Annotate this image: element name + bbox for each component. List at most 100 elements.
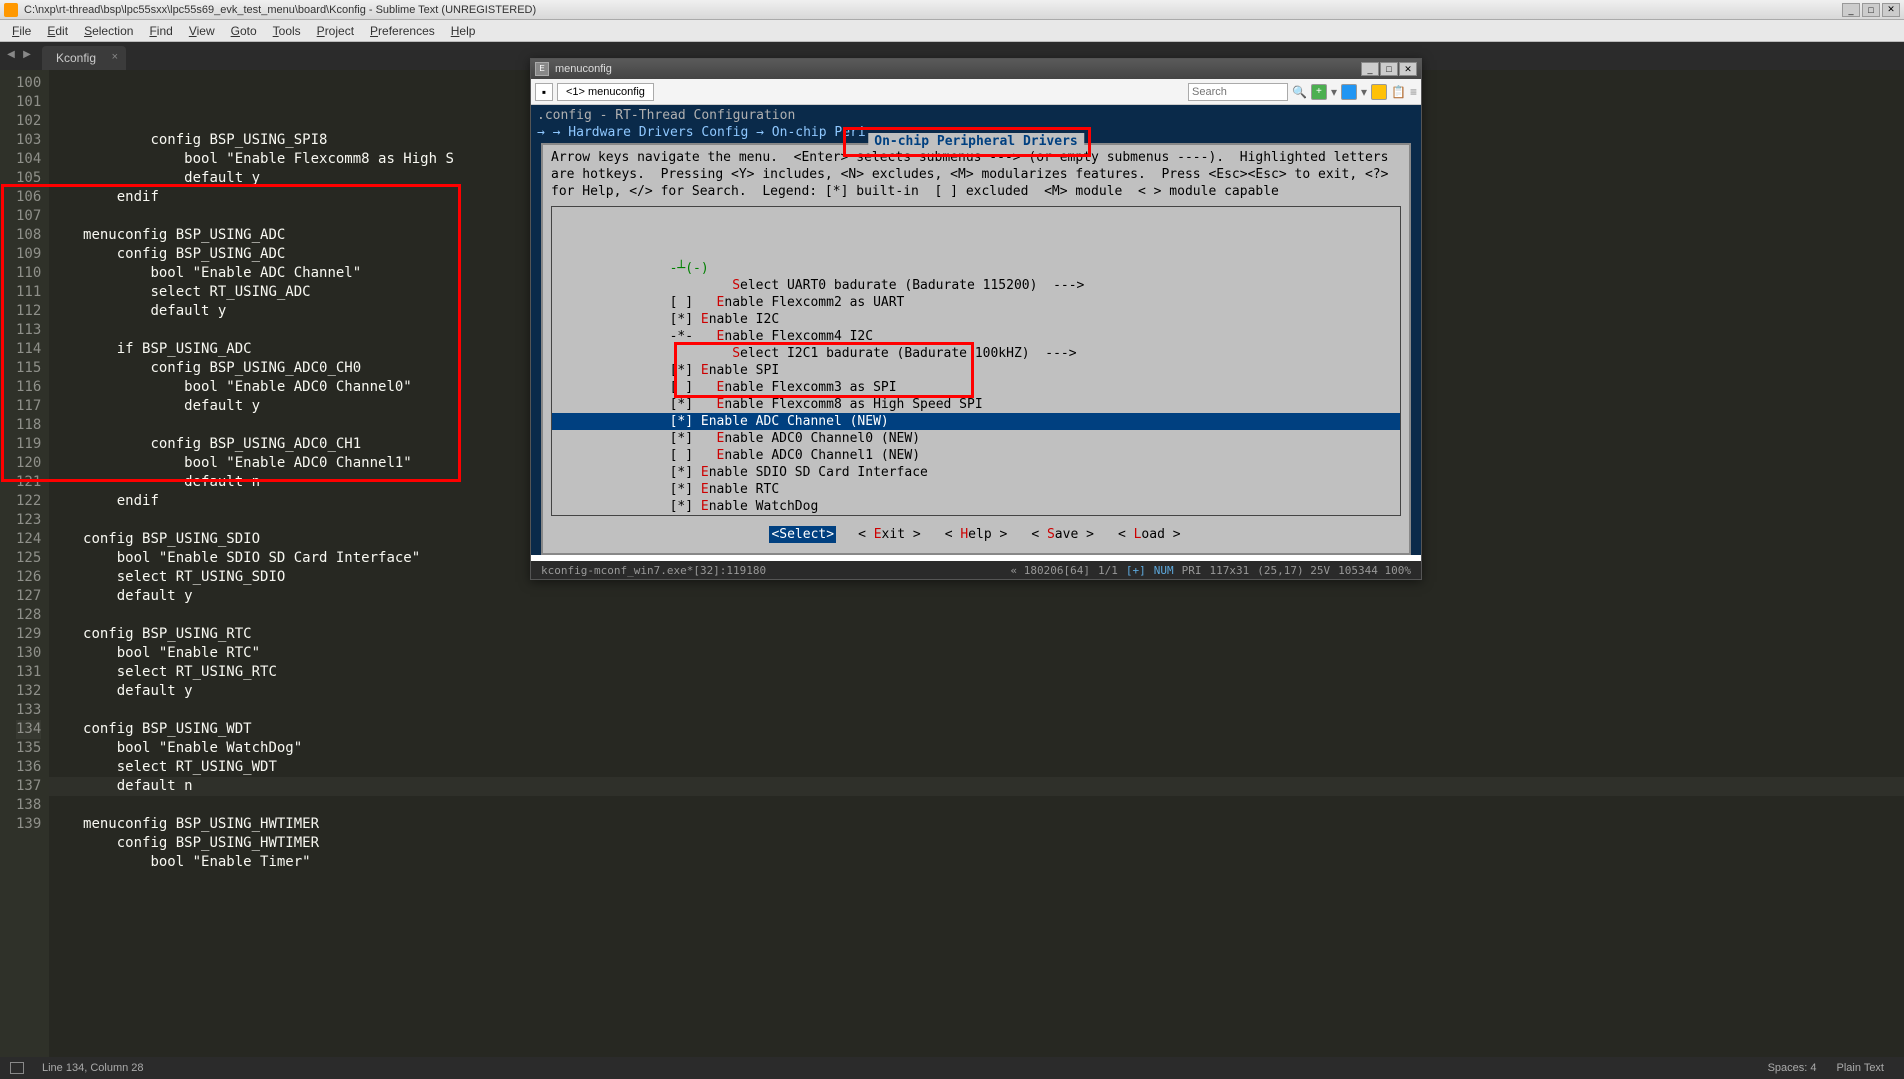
mc-win-icon[interactable] — [1341, 84, 1357, 100]
sublime-window-title: C:\nxp\rt-thread\bsp\lpc55sxx\lpc55s69_e… — [24, 4, 1842, 16]
code-line[interactable]: menuconfig BSP_USING_HWTIMER — [49, 815, 1904, 834]
status-cursor-pos: Line 134, Column 28 — [32, 1062, 154, 1074]
mc-option-item[interactable]: [*] Enable ADC0 Channel0 (NEW) — [552, 430, 1400, 447]
tab-kconfig[interactable]: Kconfig × — [42, 46, 126, 70]
mc-close-button[interactable]: ✕ — [1399, 62, 1417, 76]
mc-config-header: .config - RT-Thread Configuration — [537, 108, 795, 123]
mc-btn-load[interactable]: < Load > — [1116, 526, 1183, 543]
menu-find[interactable]: Find — [141, 22, 180, 40]
menu-edit[interactable]: Edit — [39, 22, 76, 40]
sublime-menu-bar: FileEditSelectionFindViewGotoToolsProjec… — [0, 20, 1904, 42]
mc-option-item[interactable]: [ ] Enable ADC0 Channel1 (NEW) — [552, 447, 1400, 464]
code-line[interactable]: bool "Enable WatchDog" — [49, 739, 1904, 758]
mc-option-item[interactable]: [*] Enable Flexcomm8 as High Speed SPI — [552, 396, 1400, 413]
code-line[interactable]: bool "Enable RTC" — [49, 644, 1904, 663]
mc-tab-label[interactable]: <1> menuconfig — [557, 83, 654, 101]
mc-option-item[interactable]: [*] Enable ADC Channel (NEW) — [552, 413, 1400, 430]
mc-option-item[interactable]: [*] Enable SDIO SD Card Interface — [552, 464, 1400, 481]
mc-status-cur: (25,17) 25V — [1253, 564, 1334, 577]
mc-console-icon[interactable]: ▪ — [535, 83, 553, 101]
mc-button-bar: <Select> < Exit > < Help > < Save > < Load > — [551, 526, 1401, 543]
mc-option-item[interactable]: [ ] Enable Flexcomm2 as UART — [552, 294, 1400, 311]
menuconfig-title-bar[interactable]: E menuconfig _ □ ✕ — [531, 59, 1421, 79]
mc-help-text: Arrow keys navigate the menu. <Enter> se… — [551, 149, 1401, 200]
mc-option-item[interactable]: [ ] Enable Flexcomm3 as SPI — [552, 379, 1400, 396]
mc-btn-help[interactable]: < Help > — [943, 526, 1010, 543]
mc-status-num: NUM — [1150, 564, 1178, 577]
code-line[interactable]: config BSP_USING_RTC — [49, 625, 1904, 644]
mc-option-item[interactable]: [*] Enable WatchDog — [552, 498, 1400, 515]
mc-minimize-button[interactable]: _ — [1361, 62, 1379, 76]
nav-back-icon[interactable]: ◀ — [4, 49, 18, 63]
mc-scroll-up-indicator: -┴(-) — [552, 260, 1400, 277]
mc-search-input[interactable] — [1188, 83, 1288, 101]
code-line[interactable]: default y — [49, 587, 1904, 606]
mc-status-ins: [+] — [1122, 564, 1150, 577]
menu-help[interactable]: Help — [443, 22, 484, 40]
maximize-button[interactable]: □ — [1862, 3, 1880, 17]
mc-maximize-button[interactable]: □ — [1380, 62, 1398, 76]
menuconfig-status-bar: kconfig-mconf_win7.exe*[32]:119180 « 180… — [531, 561, 1421, 579]
mc-option-item[interactable]: Select UART0 badurate (Badurate 115200) … — [552, 277, 1400, 294]
mc-option-item[interactable]: Select I2C1 badurate (Badurate 100kHZ) -… — [552, 345, 1400, 362]
mc-option-item[interactable]: [*] Enable I2C — [552, 311, 1400, 328]
tab-label: Kconfig — [56, 51, 96, 65]
menuconfig-terminal[interactable]: .config - RT-Thread Configuration → → Ha… — [531, 105, 1421, 555]
code-line[interactable]: config BSP_USING_HWTIMER — [49, 834, 1904, 853]
menu-tools[interactable]: Tools — [265, 22, 309, 40]
mc-option-item[interactable]: [*] Enable Timer — [552, 515, 1400, 516]
mc-panel-title: On-chip Peripheral Drivers — [868, 133, 1084, 150]
mc-option-item[interactable]: [*] Enable RTC — [552, 481, 1400, 498]
mc-btn-exit[interactable]: < Exit > — [856, 526, 923, 543]
code-line[interactable] — [49, 701, 1904, 720]
menuconfig-title: menuconfig — [555, 63, 612, 75]
mc-lock-icon[interactable] — [1371, 84, 1387, 100]
sublime-status-bar: Line 134, Column 28 Spaces: 4 Plain Text — [0, 1057, 1904, 1079]
code-line[interactable]: select RT_USING_WDT — [49, 758, 1904, 777]
nav-forward-icon[interactable]: ▶ — [20, 49, 34, 63]
menu-preferences[interactable]: Preferences — [362, 22, 443, 40]
mc-clipboard-icon[interactable]: 📋 — [1391, 85, 1406, 99]
menu-project[interactable]: Project — [309, 22, 362, 40]
menuconfig-window[interactable]: E menuconfig _ □ ✕ ▪ <1> menuconfig 🔍 + … — [530, 58, 1422, 580]
mc-option-item[interactable]: [*] Enable SPI — [552, 362, 1400, 379]
mc-status-pos: 1/1 — [1094, 564, 1122, 577]
mc-status-size: 105344 100% — [1334, 564, 1415, 577]
code-line[interactable] — [49, 796, 1904, 815]
code-line[interactable]: default n — [49, 777, 1904, 796]
search-icon[interactable]: 🔍 — [1292, 85, 1307, 99]
code-line[interactable] — [49, 606, 1904, 625]
menuconfig-app-icon: E — [535, 62, 549, 76]
mc-option-list[interactable]: -┴(-) Select UART0 badurate (Badurate 11… — [551, 206, 1401, 516]
mc-btn-save[interactable]: < Save > — [1029, 526, 1096, 543]
mc-status-proc: kconfig-mconf_win7.exe*[32]:119180 — [537, 564, 770, 577]
status-syntax[interactable]: Plain Text — [1827, 1062, 1895, 1074]
status-indent[interactable]: Spaces: 4 — [1758, 1062, 1827, 1074]
mc-dropdown-icon[interactable]: ▾ — [1331, 85, 1337, 99]
menu-view[interactable]: View — [181, 22, 223, 40]
minimize-button[interactable]: _ — [1842, 3, 1860, 17]
menu-goto[interactable]: Goto — [223, 22, 265, 40]
close-button[interactable]: ✕ — [1882, 3, 1900, 17]
mc-status-pri: PRI — [1178, 564, 1206, 577]
code-line[interactable]: config BSP_USING_WDT — [49, 720, 1904, 739]
mc-status-enc: « 180206[64] — [1007, 564, 1094, 577]
mc-status-dim: 117x31 — [1206, 564, 1254, 577]
menu-file[interactable]: File — [4, 22, 39, 40]
tab-close-icon[interactable]: × — [112, 51, 118, 63]
mc-dropdown2-icon[interactable]: ▾ — [1361, 85, 1367, 99]
code-line[interactable]: select RT_USING_RTC — [49, 663, 1904, 682]
line-gutter: 1001011021031041051061071081091101111121… — [0, 70, 49, 1061]
mc-add-icon[interactable]: + — [1311, 84, 1327, 100]
sublime-app-icon — [4, 3, 18, 17]
mc-panel: On-chip Peripheral Drivers Arrow keys na… — [541, 143, 1411, 555]
status-panel-icon[interactable] — [10, 1062, 24, 1074]
menuconfig-toolbar: ▪ <1> menuconfig 🔍 + ▾ ▾ 📋 ≡ — [531, 79, 1421, 105]
code-line[interactable]: default y — [49, 682, 1904, 701]
mc-btn-select[interactable]: <Select> — [769, 526, 836, 543]
menu-selection[interactable]: Selection — [76, 22, 141, 40]
mc-breadcrumb: → → Hardware Drivers Config → On-chip Pe… — [537, 125, 866, 140]
code-line[interactable]: bool "Enable Timer" — [49, 853, 1904, 872]
mc-option-item[interactable]: -*- Enable Flexcomm4 I2C — [552, 328, 1400, 345]
mc-menu-icon[interactable]: ≡ — [1410, 85, 1417, 99]
